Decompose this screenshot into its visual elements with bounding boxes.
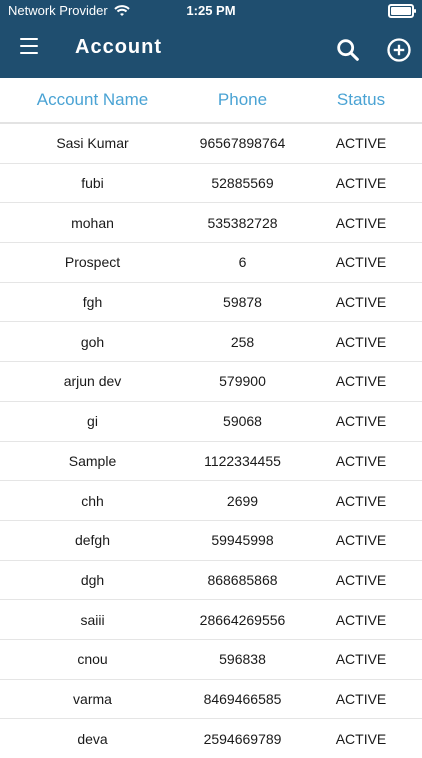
account-name: mohan: [71, 214, 114, 231]
account-name: Sasi Kumar: [56, 135, 129, 152]
table-row[interactable]: fubi 52885569 ACTIVE: [0, 164, 422, 204]
accounts-list: Sasi Kumar 96567898764 ACTIVE fubi 52885…: [0, 124, 422, 758]
account-name: chh: [81, 492, 104, 509]
account-phone: 28664269556: [199, 611, 286, 628]
table-row[interactable]: cnou 596838 ACTIVE: [0, 640, 422, 680]
account-status: ACTIVE: [335, 651, 387, 668]
account-phone: 2699: [226, 492, 259, 509]
account-name: dgh: [80, 571, 105, 588]
account-name: fgh: [82, 294, 103, 311]
account-name: fubi: [81, 175, 104, 192]
account-name: varma: [73, 690, 112, 707]
account-phone: 535382728: [207, 214, 278, 231]
table-row[interactable]: goh 258 ACTIVE: [0, 322, 422, 363]
column-header-status[interactable]: Status: [300, 90, 422, 110]
account-status: ACTIVE: [335, 492, 387, 509]
account-status: ACTIVE: [335, 254, 387, 271]
table-row[interactable]: fgh 59878 ACTIVE: [0, 283, 422, 323]
account-phone: 2594669789: [203, 730, 282, 747]
table-row[interactable]: Prospect 6 ACTIVE: [0, 243, 422, 283]
account-phone: 579900: [219, 373, 266, 390]
account-phone: 52885569: [211, 175, 274, 192]
column-header-phone[interactable]: Phone: [185, 90, 300, 110]
top-bar: Network Provider 1:25 PM Account: [0, 0, 422, 78]
account-status: ACTIVE: [335, 373, 387, 390]
account-status: ACTIVE: [335, 532, 387, 549]
battery-icon: [388, 4, 416, 18]
table-row[interactable]: varma 8469466585 ACTIVE: [0, 680, 422, 720]
menu-icon[interactable]: [20, 38, 38, 54]
account-status: ACTIVE: [335, 333, 387, 350]
table-row[interactable]: saiii 28664269556 ACTIVE: [0, 600, 422, 640]
account-phone: 59945998: [211, 532, 274, 549]
account-name: cnou: [77, 651, 108, 668]
account-phone: 1122334455: [204, 452, 281, 469]
account-status: ACTIVE: [335, 175, 387, 192]
table-row[interactable]: mohan 535382728 ACTIVE: [0, 203, 422, 244]
account-name: Sample: [68, 452, 117, 469]
account-status: ACTIVE: [335, 611, 387, 628]
account-status: ACTIVE: [335, 214, 387, 231]
account-phone: 59068: [223, 413, 262, 430]
account-phone: 596838: [219, 651, 266, 668]
table-row[interactable]: dgh 868685868 ACTIVE: [0, 561, 422, 601]
table-row[interactable]: chh 2699 ACTIVE: [0, 481, 422, 521]
account-phone: 59878: [223, 294, 262, 311]
account-phone: 258: [230, 333, 255, 350]
account-status: ACTIVE: [335, 730, 387, 747]
account-name: saiii: [80, 611, 105, 628]
account-phone: 8469466585: [203, 690, 282, 707]
table-header: Account Name Phone Status: [0, 78, 422, 124]
account-phone: 868685868: [207, 571, 278, 588]
app-bar: Account: [0, 22, 422, 78]
status-time: 1:25 PM: [186, 3, 236, 18]
account-status: ACTIVE: [335, 690, 387, 707]
status-bar: Network Provider 1:25 PM: [0, 0, 422, 22]
table-row[interactable]: Sasi Kumar 96567898764 ACTIVE: [0, 124, 422, 164]
account-status: ACTIVE: [335, 294, 387, 311]
table-row[interactable]: defgh 59945998 ACTIVE: [0, 521, 422, 561]
search-icon[interactable]: [334, 36, 362, 64]
column-header-account-name[interactable]: Account Name: [0, 90, 185, 110]
account-status: ACTIVE: [335, 413, 387, 430]
account-status: ACTIVE: [335, 571, 387, 588]
page-title: Account: [75, 36, 162, 58]
account-name: defgh: [74, 532, 111, 549]
table-row[interactable]: gi 59068 ACTIVE: [0, 402, 422, 442]
account-phone: 6: [238, 254, 247, 271]
table-row[interactable]: deva 2594669789 ACTIVE: [0, 719, 422, 758]
account-name: arjun dev: [63, 373, 122, 390]
account-phone: 96567898764: [199, 135, 286, 152]
account-name: gi: [87, 413, 98, 430]
account-name: goh: [80, 333, 105, 350]
account-status: ACTIVE: [335, 452, 387, 469]
table-row[interactable]: arjun dev 579900 ACTIVE: [0, 362, 422, 402]
table-row[interactable]: Sample 1122334455 ACTIVE: [0, 442, 422, 482]
account-name: deva: [77, 730, 108, 747]
add-circle-icon[interactable]: [385, 36, 413, 64]
account-name: Prospect: [64, 254, 121, 271]
account-status: ACTIVE: [335, 135, 387, 152]
